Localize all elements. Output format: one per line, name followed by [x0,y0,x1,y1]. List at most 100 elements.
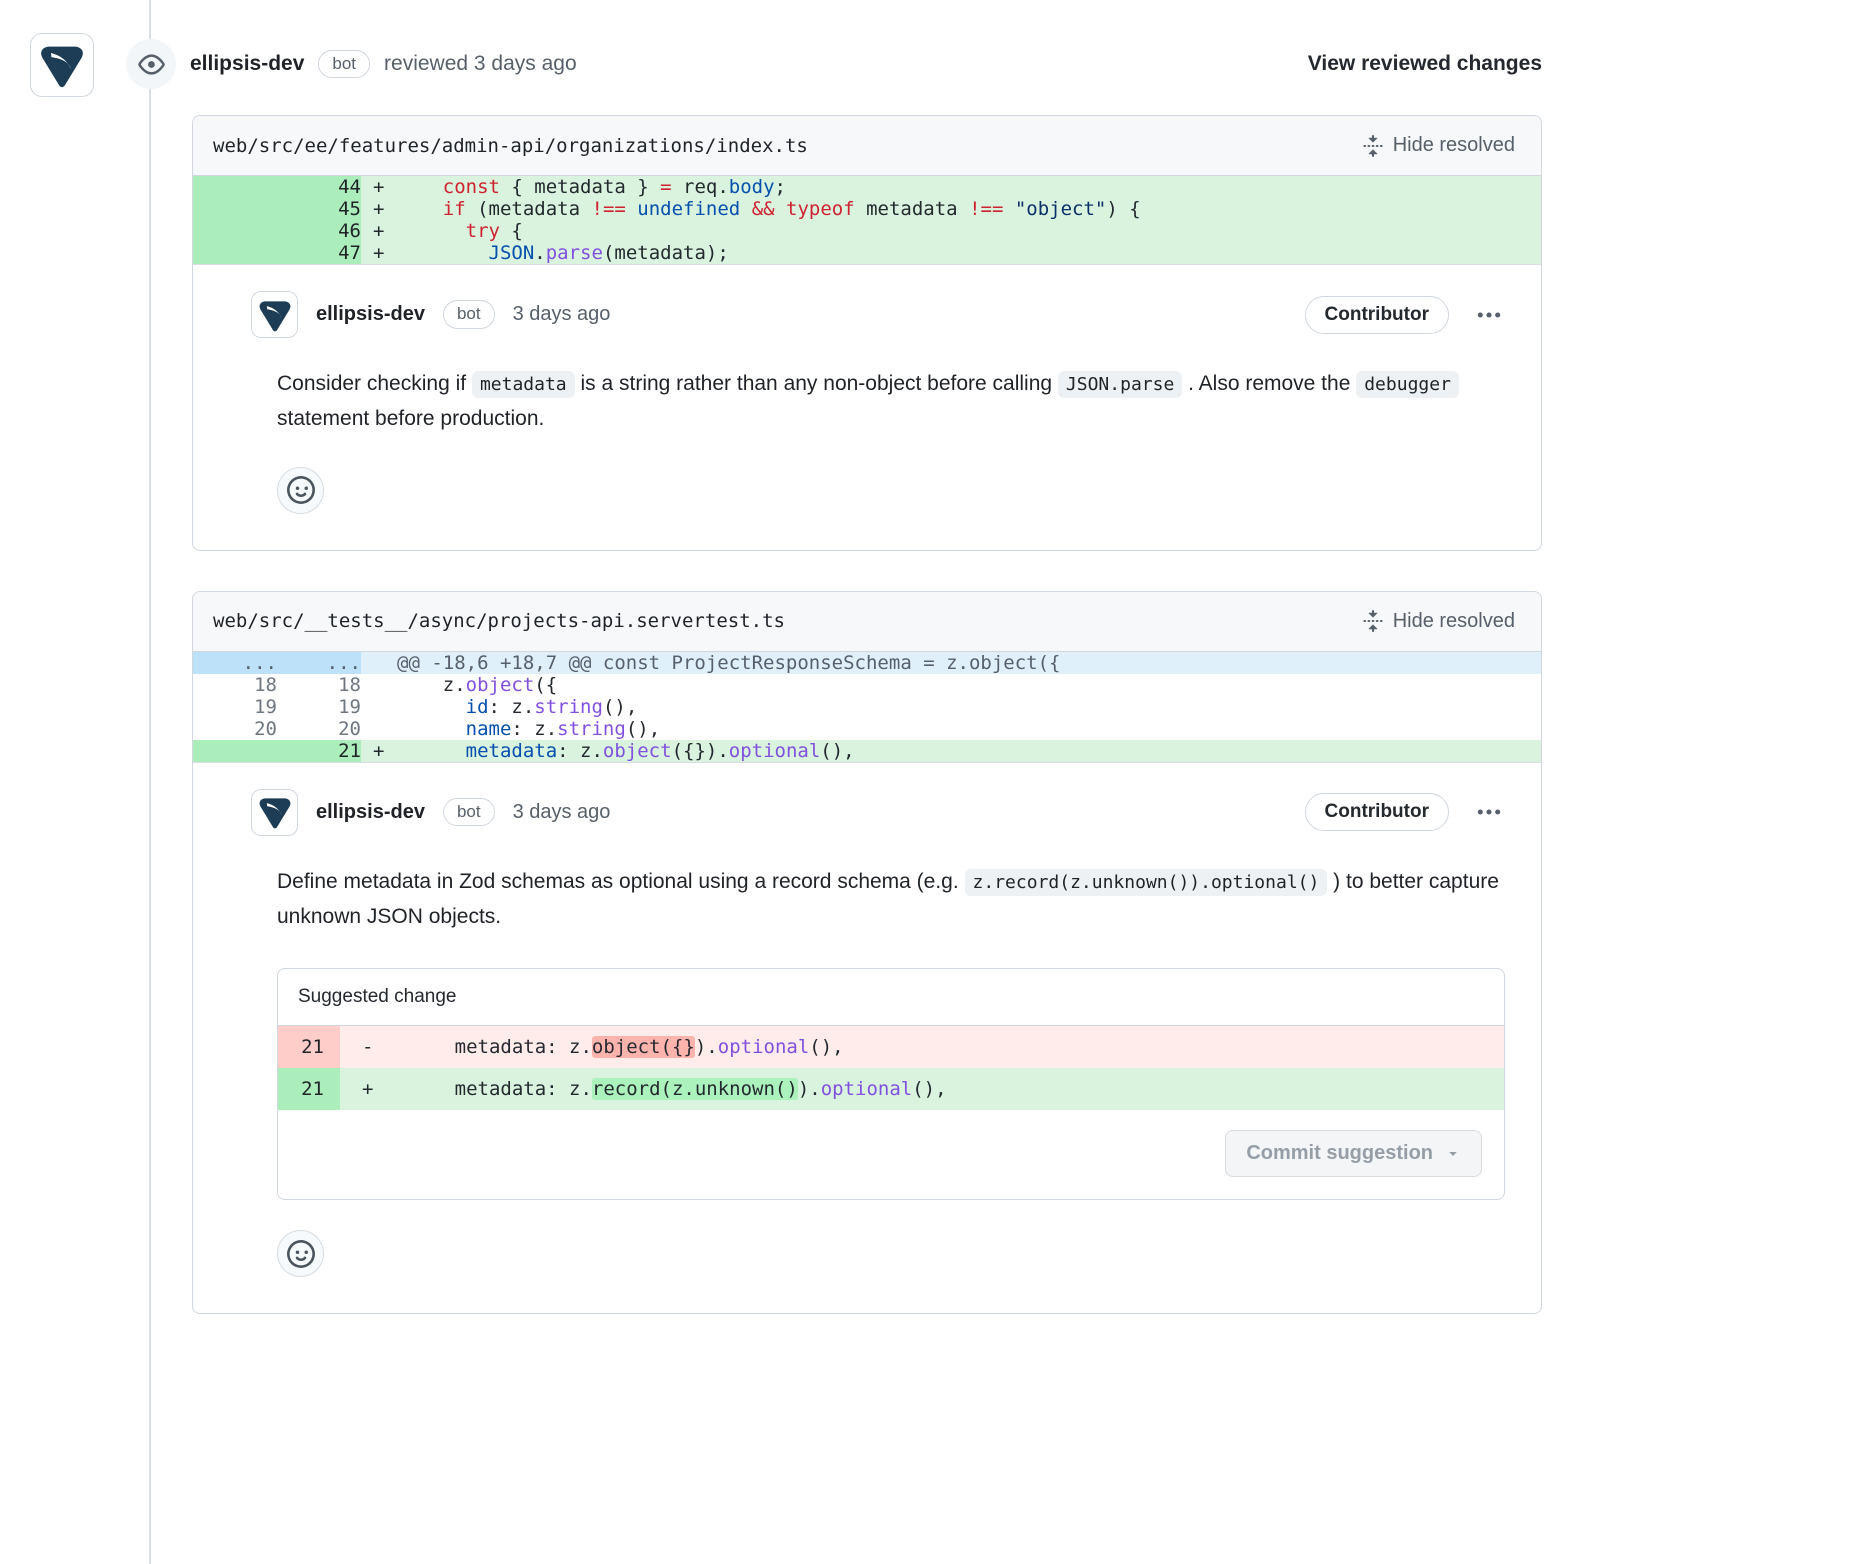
line-number[interactable]: 44 [277,176,361,198]
ellipsis-logo-icon [258,795,292,829]
file-comment-card-2: web/src/__tests__/async/projects-api.ser… [192,591,1542,1315]
line-number[interactable]: 21 [278,1026,340,1069]
comment-timestamp[interactable]: 3 days ago [513,303,611,326]
line-number[interactable]: 18 [277,674,361,696]
file-comment-card-1: web/src/ee/features/admin-api/organizati… [192,115,1542,551]
inline-code: JSON.parse [1058,371,1182,398]
line-number[interactable]: 45 [277,198,361,220]
contributor-badge: Contributor [1305,793,1449,831]
file-path-link[interactable]: web/src/ee/features/admin-api/organizati… [213,135,808,157]
review-eye-badge [126,39,176,89]
diff-row-add: 44+ const { metadata } = req.body; [193,176,1541,198]
suggestion-diff-table: 21- metadata: z.object({}).optional(),21… [278,1025,1504,1110]
code-line: name: z.string(), [361,718,1541,740]
comment-body: Consider checking if metadata is a strin… [277,366,1505,437]
code-line: + try { [361,220,1541,242]
code-line: + metadata: z.object({}).optional(), [361,740,1541,763]
comment-bot-badge: bot [443,798,495,826]
file-header: web/src/ee/features/admin-api/organizati… [193,116,1541,176]
line-number[interactable]: 21 [277,740,361,763]
add-reaction-button[interactable] [277,467,324,514]
diff-sign: + [361,740,397,762]
code-line: @@ -18,6 +18,7 @@ const ProjectResponseS… [361,652,1541,674]
line-number[interactable] [193,176,277,198]
reviewer-avatar[interactable] [30,33,94,97]
diff-sign: + [361,242,397,264]
line-number[interactable]: 20 [277,718,361,740]
diff-row-add: 47+ JSON.parse(metadata); [193,242,1541,265]
comment-body: Define metadata in Zod schemas as option… [277,864,1505,935]
diff-sign: + [361,176,397,198]
comment-timestamp[interactable]: 3 days ago [513,801,611,824]
kebab-icon [1477,303,1501,327]
view-reviewed-changes-link[interactable]: View reviewed changes [1308,52,1542,76]
line-number[interactable]: 19 [193,696,277,718]
line-number[interactable]: ... [193,652,277,674]
contributor-badge: Contributor [1305,296,1449,334]
smiley-icon [287,476,315,504]
inline-code: debugger [1356,371,1459,398]
kebab-icon [1477,800,1501,824]
smiley-icon [287,1240,315,1268]
eye-icon [138,51,165,78]
review-comment: ellipsis-dev bot 3 days ago Contributor … [193,763,1541,1314]
inline-code: metadata [472,371,575,398]
suggested-change-block: Suggested change 21- metadata: z.object(… [277,968,1505,1200]
line-number[interactable]: 46 [277,220,361,242]
line-number[interactable]: 47 [277,242,361,265]
line-number[interactable]: ... [277,652,361,674]
code-line: + const { metadata } = req.body; [361,176,1541,198]
code-line: z.object({ [361,674,1541,696]
line-number[interactable] [193,242,277,265]
diff-sign: + [361,220,397,242]
line-number[interactable]: 19 [277,696,361,718]
ellipsis-logo-icon [39,42,85,88]
code-line: + metadata: z.record(z.unknown()).option… [340,1068,1504,1110]
line-number[interactable] [193,198,277,220]
line-number[interactable] [193,740,277,763]
diff-sign: + [350,1078,386,1100]
hide-resolved-button[interactable]: Hide resolved [1356,606,1521,637]
review-cards: web/src/ee/features/admin-api/organizati… [192,115,1542,1314]
file-path-link[interactable]: web/src/__tests__/async/projects-api.ser… [213,610,785,632]
file-header: web/src/__tests__/async/projects-api.ser… [193,592,1541,652]
comment-author[interactable]: ellipsis-dev [316,303,425,326]
line-number[interactable]: 18 [193,674,277,696]
fold-icon [1362,135,1384,157]
kebab-menu-button[interactable] [1473,796,1505,828]
suggestion-footer: Commit suggestion [278,1110,1504,1199]
comment-author[interactable]: ellipsis-dev [316,801,425,824]
ellipsis-logo-icon [258,298,292,332]
comment-avatar[interactable] [251,291,298,338]
code-line: + JSON.parse(metadata); [361,242,1541,265]
line-number[interactable]: 20 [193,718,277,740]
code-line: + if (metadata !== undefined && typeof m… [361,198,1541,220]
reviewer-name[interactable]: ellipsis-dev [190,52,304,76]
diff-row-hunk: ......@@ -18,6 +18,7 @@ const ProjectRes… [193,652,1541,674]
hide-resolved-label: Hide resolved [1393,134,1515,157]
code-line: id: z.string(), [361,696,1541,718]
diff-row-ctx: 1818 z.object({ [193,674,1541,696]
comment-bot-badge: bot [443,300,495,328]
diff-row-add: 46+ try { [193,220,1541,242]
diff-row-add: 21+ metadata: z.record(z.unknown()).opti… [278,1068,1504,1110]
kebab-menu-button[interactable] [1473,299,1505,331]
caret-down-icon [1445,1146,1461,1162]
bot-badge: bot [318,50,370,78]
comment-avatar[interactable] [251,789,298,836]
comment-header: ellipsis-dev bot 3 days ago Contributor [251,291,1505,338]
commit-suggestion-button[interactable]: Commit suggestion [1225,1130,1482,1177]
hide-resolved-label: Hide resolved [1393,610,1515,633]
commit-suggestion-label: Commit suggestion [1246,1142,1433,1165]
line-number[interactable] [193,220,277,242]
add-reaction-button[interactable] [277,1230,324,1277]
hide-resolved-button[interactable]: Hide resolved [1356,130,1521,161]
code-line: - metadata: z.object({}).optional(), [340,1026,1504,1069]
diff-sign: + [361,198,397,220]
timeline-line [149,0,151,1564]
diff-row-add: 45+ if (metadata !== undefined && typeof… [193,198,1541,220]
fold-icon [1362,610,1384,632]
diff-row-ctx: 2020 name: z.string(), [193,718,1541,740]
diff-row-add: 21+ metadata: z.object({}).optional(), [193,740,1541,763]
line-number[interactable]: 21 [278,1068,340,1110]
